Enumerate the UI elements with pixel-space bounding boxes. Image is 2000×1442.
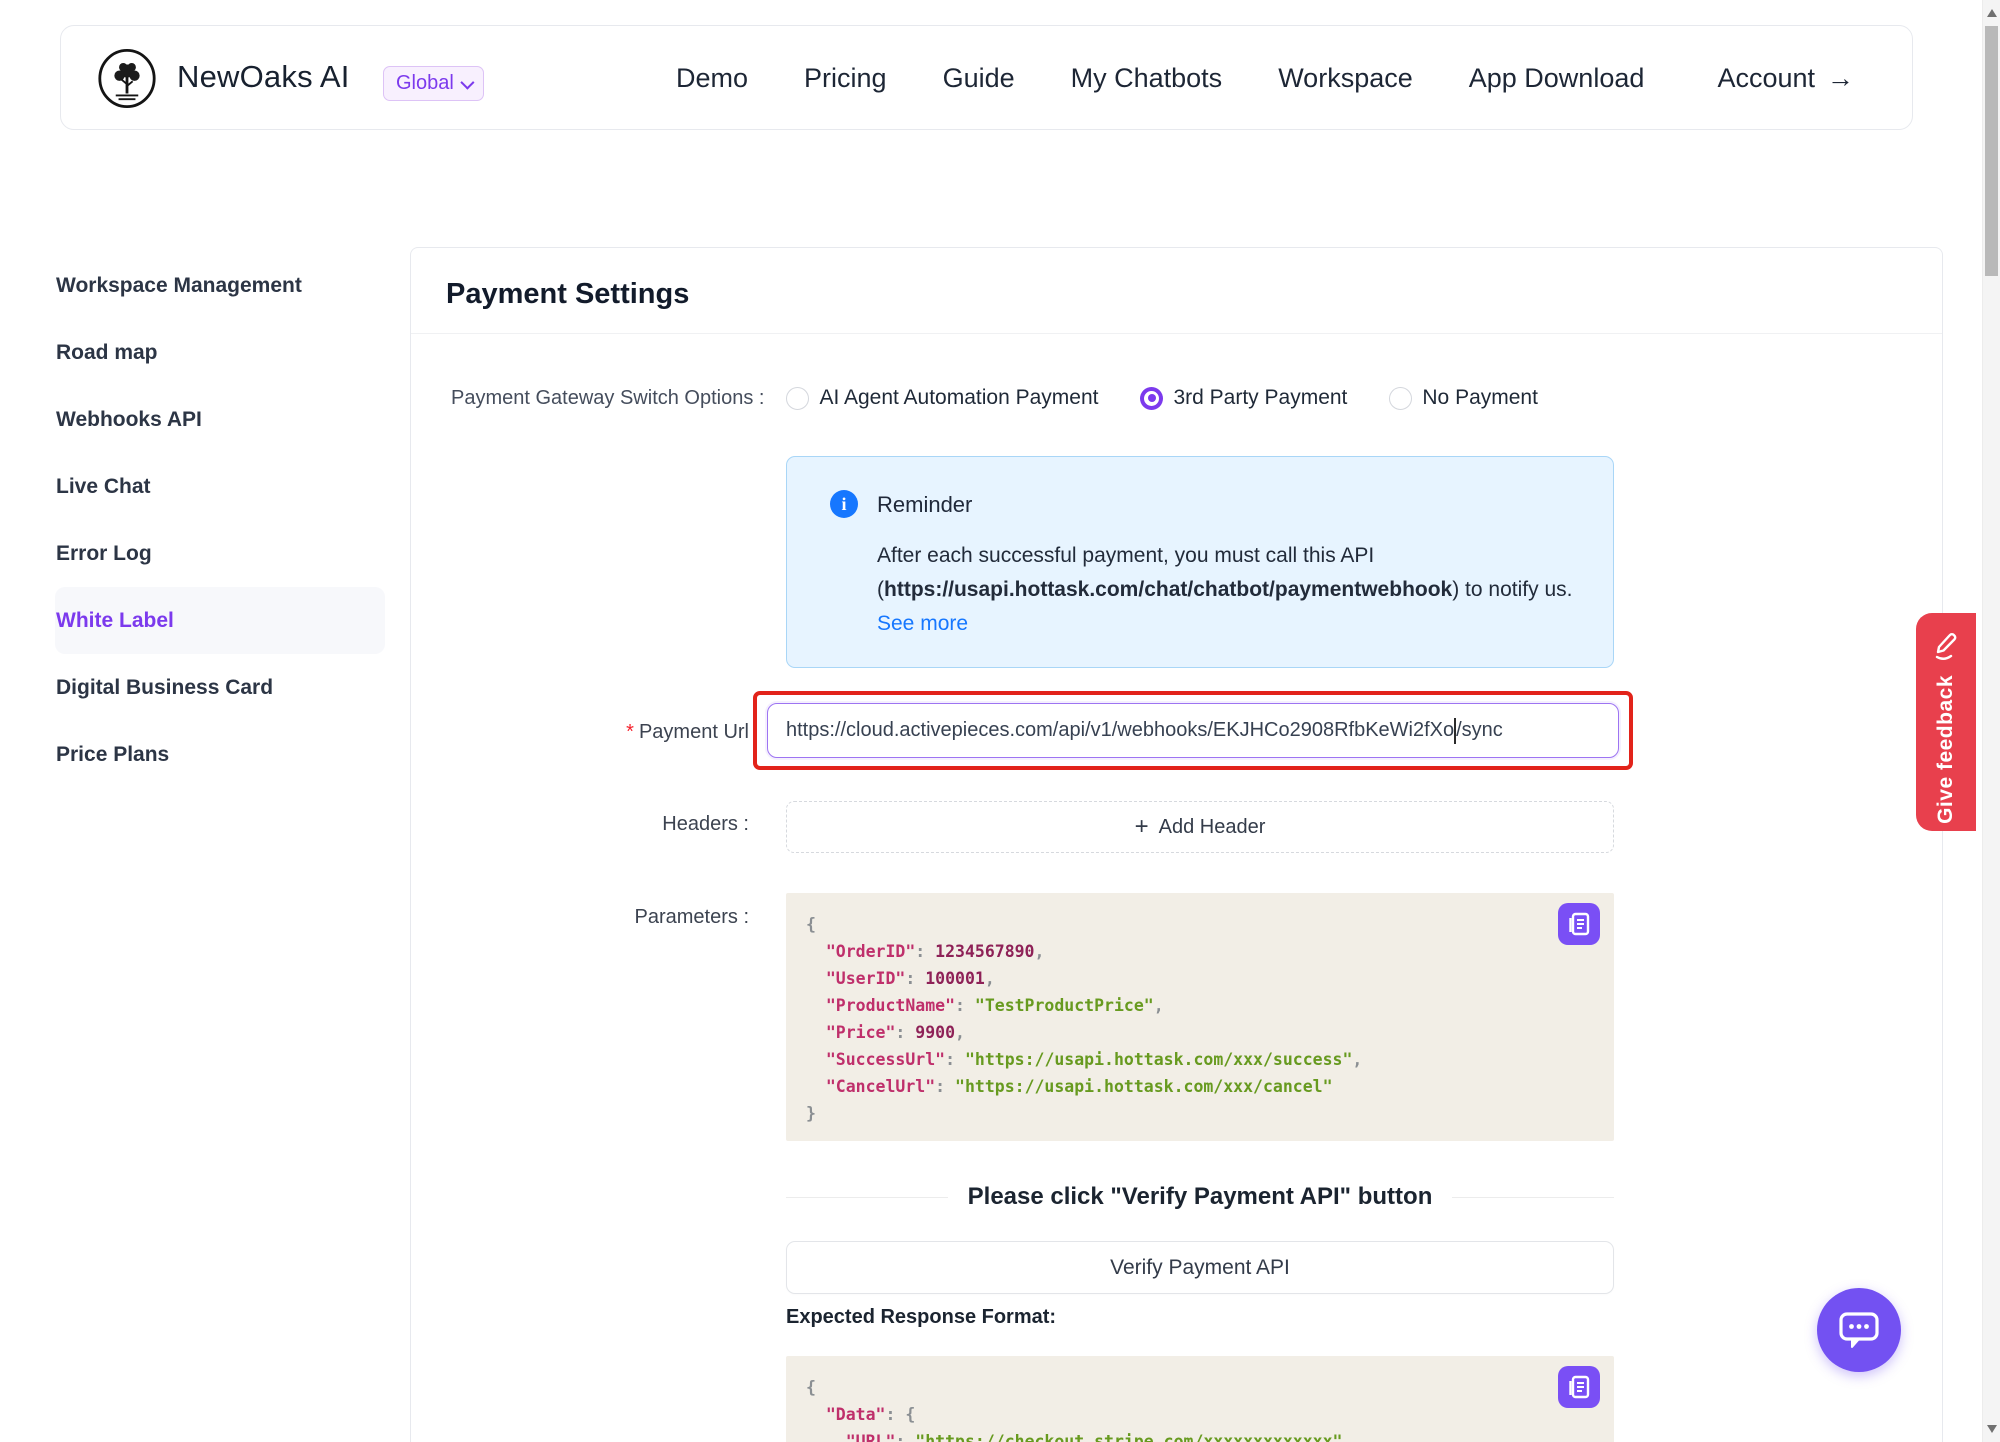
expected-response-code-block: { "Data": { "URL": "https://checkout.str…	[786, 1356, 1614, 1442]
red-highlight-annotation	[753, 691, 1633, 770]
page-title: Payment Settings	[446, 278, 689, 311]
headers-label: Headers :	[411, 813, 749, 836]
pencil-icon	[1931, 629, 1961, 661]
give-feedback-tab[interactable]: Give feedback	[1916, 613, 1976, 831]
newoaks-logo-icon[interactable]	[97, 48, 157, 109]
radio-no-payment[interactable]: No Payment	[1389, 386, 1538, 410]
chat-widget-button[interactable]	[1817, 1288, 1901, 1372]
region-selector-label: Global	[396, 72, 454, 95]
page: NewOaks AI Global Demo Pricing Guide My …	[0, 0, 2000, 1442]
copy-icon[interactable]	[1558, 903, 1600, 945]
parameters-label: Parameters :	[411, 906, 749, 929]
nav-guide[interactable]: Guide	[943, 63, 1015, 94]
arrow-right-icon: →	[1827, 63, 1854, 94]
info-icon: i	[830, 490, 858, 518]
radio-unchecked-icon	[1389, 387, 1412, 410]
scroll-up-arrow-icon[interactable]	[1987, 9, 1997, 17]
reminder-body: After each successful payment, you must …	[877, 539, 1577, 641]
give-feedback-label: Give feedback	[1934, 675, 1958, 824]
chat-bubble-icon	[1836, 1309, 1882, 1351]
gateway-options-label: Payment Gateway Switch Options :	[451, 387, 764, 410]
nav-app-download[interactable]: App Download	[1469, 63, 1645, 94]
sidebar-item-white-label[interactable]: White Label	[55, 587, 385, 654]
sidebar-item-digital-business-card[interactable]: Digital Business Card	[55, 654, 385, 721]
region-selector[interactable]: Global	[383, 66, 484, 101]
nav-demo[interactable]: Demo	[676, 63, 748, 94]
see-more-link[interactable]: See more	[877, 612, 968, 635]
account-label: Account	[1717, 63, 1815, 94]
main-nav: Demo Pricing Guide My Chatbots Workspace…	[676, 26, 1644, 131]
chevron-down-icon	[460, 75, 474, 89]
expected-response-label: Expected Response Format:	[786, 1306, 1056, 1329]
verify-hint-text: Please click "Verify Payment API" button	[968, 1183, 1433, 1211]
divider	[411, 333, 1942, 334]
webhook-api-url: https://usapi.hottask.com/chat/chatbot/p…	[884, 578, 1452, 601]
account-button[interactable]: Account →	[1717, 26, 1854, 131]
add-header-button[interactable]: + Add Header	[786, 801, 1614, 853]
brand-name: NewOaks AI	[177, 59, 350, 95]
copy-icon[interactable]	[1558, 1366, 1600, 1408]
radio-3rd-party-payment[interactable]: 3rd Party Payment	[1140, 386, 1347, 410]
parameters-code-block: { "OrderID": 1234567890, "UserID": 10000…	[786, 893, 1614, 1141]
reminder-alert: i Reminder After each successful payment…	[786, 456, 1614, 668]
sidebar-item-error-log[interactable]: Error Log	[55, 520, 385, 587]
payment-url-label: *Payment Url	[411, 721, 749, 744]
radio-checked-icon	[1140, 387, 1163, 410]
radio-unchecked-icon	[786, 387, 809, 410]
divider	[1452, 1197, 1614, 1198]
expected-response-json: { "Data": { "URL": "https://checkout.str…	[786, 1356, 1614, 1442]
sidebar-item-webhooks-api[interactable]: Webhooks API	[55, 386, 385, 453]
verify-payment-api-button[interactable]: Verify Payment API	[786, 1241, 1614, 1294]
parameters-json: { "OrderID": 1234567890, "UserID": 10000…	[786, 893, 1614, 1145]
reminder-title: Reminder	[877, 492, 972, 518]
payment-settings-panel: Payment Settings Payment Gateway Switch …	[410, 247, 1943, 1442]
scroll-down-arrow-icon[interactable]	[1987, 1425, 1997, 1433]
vertical-scrollbar[interactable]	[1982, 0, 2000, 1442]
gateway-options-row: Payment Gateway Switch Options : AI Agen…	[451, 386, 1580, 410]
sidebar-item-price-plans[interactable]: Price Plans	[55, 721, 385, 788]
nav-my-chatbots[interactable]: My Chatbots	[1071, 63, 1223, 94]
nav-pricing[interactable]: Pricing	[804, 63, 887, 94]
sidebar: Workspace Management Road map Webhooks A…	[55, 252, 385, 788]
divider	[786, 1197, 948, 1198]
required-asterisk: *	[626, 721, 634, 743]
scrollbar-thumb[interactable]	[1985, 26, 1998, 276]
verify-hint-row: Please click "Verify Payment API" button	[786, 1183, 1614, 1211]
plus-icon: +	[1135, 815, 1149, 839]
radio-ai-agent-automation-payment[interactable]: AI Agent Automation Payment	[786, 386, 1098, 410]
sidebar-item-live-chat[interactable]: Live Chat	[55, 453, 385, 520]
sidebar-item-road-map[interactable]: Road map	[55, 319, 385, 386]
sidebar-item-workspace-management[interactable]: Workspace Management	[55, 252, 385, 319]
nav-workspace[interactable]: Workspace	[1278, 63, 1413, 94]
top-navbar: NewOaks AI Global Demo Pricing Guide My …	[60, 25, 1913, 130]
